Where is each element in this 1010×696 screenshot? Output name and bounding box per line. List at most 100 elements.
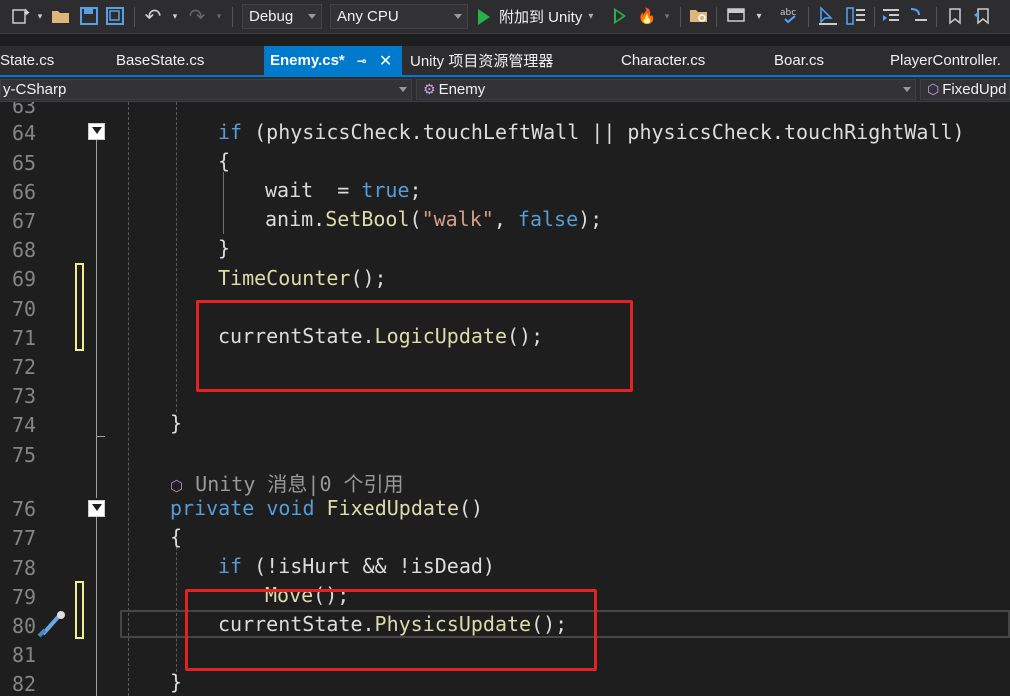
undo-dropdown-icon[interactable]: ▾: [170, 5, 180, 27]
comment-lines-icon[interactable]: [906, 5, 930, 27]
tab-boar[interactable]: Boar.cs: [774, 46, 824, 75]
member-select[interactable]: ⬡ FixedUpd: [920, 79, 1010, 100]
line-number: 76: [12, 497, 37, 521]
line-number: 80: [12, 614, 37, 638]
redo-icon[interactable]: ↷: [186, 5, 208, 28]
line-number: 68: [12, 238, 37, 262]
new-project-icon[interactable]: ✦: [8, 5, 34, 27]
project-select[interactable]: y-CSharp: [0, 79, 412, 100]
line-number: 65: [12, 151, 37, 175]
tab-playercontroller[interactable]: PlayerController.: [890, 46, 1001, 75]
chevron-down-icon: [399, 87, 407, 92]
code-text: ();: [350, 266, 387, 290]
line-number: 67: [12, 209, 37, 233]
play-icon: [478, 8, 490, 25]
start-without-debug-icon[interactable]: [610, 5, 630, 27]
tab-label: Enemy.cs*: [270, 52, 345, 69]
outline-line: [96, 517, 97, 696]
hot-reload-dropdown-icon[interactable]: ▾: [662, 5, 672, 27]
code-text: anim.: [265, 207, 326, 231]
code-text: {: [170, 525, 183, 549]
line-number: 75: [12, 443, 37, 467]
window-layout-icon[interactable]: [724, 5, 748, 27]
attach-unity-label: 附加到 Unity: [499, 9, 583, 26]
code-text: }: [170, 670, 183, 694]
code-line-64: if (physicsCheck.touchLeftWall || physic…: [218, 120, 965, 144]
outline-end: [96, 436, 105, 437]
tab-label: BaseState.cs: [116, 52, 205, 69]
code-line-78: if (!isHurt && !isDead): [218, 554, 495, 578]
main-toolbar: ✦ ▾ ↶ ▾ ↷ ▾ Debug Any CPU 附加到 Unity ▾ 🔥 …: [0, 0, 1010, 34]
project-value: y-CSharp: [3, 81, 67, 98]
configuration-value: Debug: [249, 8, 294, 25]
line-number: 70: [12, 297, 37, 321]
tab-character[interactable]: Character.cs: [621, 46, 705, 75]
configuration-select[interactable]: Debug: [242, 4, 322, 29]
code-text: (: [409, 207, 422, 231]
keyword: if: [218, 554, 243, 578]
redo-dropdown-icon[interactable]: ▾: [214, 5, 224, 27]
code-line-65: {: [218, 149, 230, 173]
select-element-icon[interactable]: [816, 5, 840, 27]
toolbar-separator: [680, 7, 681, 27]
outline-line: [96, 140, 97, 438]
save-all-icon[interactable]: [104, 5, 126, 27]
toolbar-separator: [808, 7, 809, 27]
save-icon[interactable]: [78, 5, 100, 27]
tab-basestate[interactable]: BaseState.cs: [116, 46, 204, 75]
code-editor[interactable]: 63 64 65 66 67 68 69 70 71 72 73 74 75 7…: [0, 102, 1010, 696]
line-number: 73: [12, 384, 37, 408]
class-icon: ⚙: [423, 81, 436, 97]
code-text: wait =: [265, 178, 362, 202]
keyword: false: [517, 207, 579, 231]
navigation-bar: y-CSharp ⚙ Enemy ⬡ FixedUpd: [0, 77, 1010, 102]
code-text: );: [578, 207, 603, 231]
chevron-down-icon: [903, 87, 911, 92]
line-number: 72: [12, 355, 37, 379]
quick-action-icon[interactable]: [37, 610, 67, 644]
member-value: FixedUpd: [942, 81, 1007, 98]
tab-label: Character.cs: [621, 52, 706, 69]
code-line-74: }: [170, 411, 182, 435]
toolbar-separator: [232, 7, 233, 27]
layout-dropdown-icon[interactable]: ▾: [752, 5, 766, 27]
close-icon[interactable]: ✕: [379, 51, 392, 71]
tab-label: PlayerController.: [890, 52, 1001, 69]
spell-check-icon[interactable]: abc: [778, 5, 802, 27]
find-in-files-icon[interactable]: [688, 5, 710, 27]
tab-state[interactable]: State.cs: [0, 46, 54, 75]
pin-icon[interactable]: ⊸: [357, 54, 367, 68]
undo-icon[interactable]: ↶: [142, 5, 164, 28]
method-name: SetBool: [325, 207, 410, 231]
code-line-76: private void FixedUpdate(): [170, 496, 483, 520]
tab-label: State.cs: [0, 52, 55, 69]
collapse-region-icon[interactable]: [88, 500, 105, 517]
hot-reload-icon[interactable]: 🔥: [636, 5, 658, 27]
bookmark-icon[interactable]: [944, 5, 966, 27]
chevron-down-icon: [308, 14, 316, 19]
tab-enemy[interactable]: Enemy.cs* ⊸ ✕: [264, 46, 402, 75]
collapse-region-icon[interactable]: [88, 123, 105, 140]
decrease-indent-icon[interactable]: [880, 5, 904, 27]
outline-icon[interactable]: [844, 5, 868, 27]
tab-unity-explorer[interactable]: Unity 项目资源管理器: [410, 46, 553, 75]
class-select[interactable]: ⚙ Enemy: [416, 79, 916, 100]
code-text: {: [218, 149, 231, 173]
keyword: private void: [170, 496, 327, 520]
platform-select[interactable]: Any CPU: [330, 4, 468, 29]
code-line-68: }: [218, 236, 230, 260]
code-text: ;: [409, 178, 422, 202]
prev-bookmark-icon[interactable]: [972, 5, 994, 27]
toolbar-separator: [936, 7, 937, 27]
code-text: (physicsCheck.touchLeftWall || physicsCh…: [242, 120, 965, 144]
new-dropdown-icon[interactable]: ▾: [35, 5, 45, 27]
attach-unity-button[interactable]: 附加到 Unity ▾: [478, 4, 593, 29]
tab-label: Unity 项目资源管理器: [410, 53, 554, 70]
string-literal: "walk": [421, 207, 494, 231]
open-folder-icon[interactable]: [50, 5, 72, 27]
code-line-82: }: [170, 670, 182, 694]
codelens[interactable]: ⬡ Unity 消息|0 个引用: [170, 468, 404, 497]
toolbar-separator: [716, 7, 717, 27]
line-number: 66: [12, 180, 37, 204]
indent-guide: [128, 102, 129, 696]
